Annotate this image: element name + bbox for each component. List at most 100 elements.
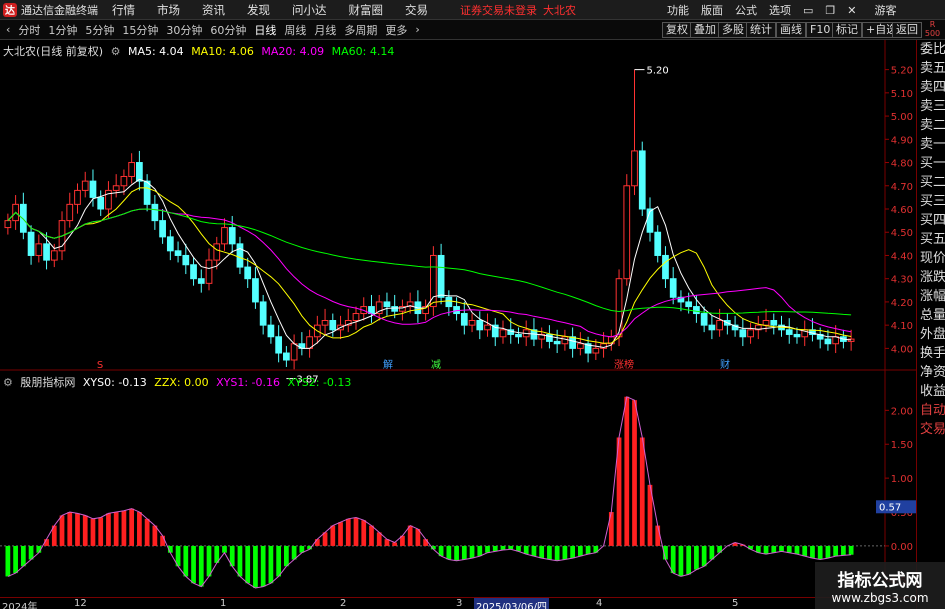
menu-item-discover[interactable]: 发现 [247,2,270,18]
period-multi[interactable]: 多周期 [344,22,377,38]
candle-body [623,185,631,280]
candle-body [654,231,662,256]
quote-field[interactable]: 净资 [917,363,945,382]
quote-field[interactable]: 收益 [917,382,945,401]
menu-layout[interactable]: 版面 [701,2,723,18]
candle-body [197,278,205,284]
menu-formula[interactable]: 公式 [735,2,757,18]
quote-field[interactable]: 换手 [917,344,945,363]
period-intraday[interactable]: 分时 [18,22,40,38]
price-label: 4.50 [891,228,913,239]
sub-label: 2.00 [891,406,913,417]
menu-function[interactable]: 功能 [667,2,689,18]
menu-item-news[interactable]: 资讯 [202,2,225,18]
sub-legend: ⚙ 殷朋指标网 XYS0: -0.13 ZZX: 0.00 XYS1: -0.1… [3,374,355,390]
multi-stock-button[interactable]: 多股 [718,22,748,38]
price-label: 4.00 [891,344,913,355]
quote-field[interactable]: 外盘 [917,325,945,344]
quote-field[interactable]: 买一 [917,154,945,173]
xys-line [7,396,852,589]
minimize-icon[interactable]: ▭ [803,4,813,17]
candle-body [151,203,159,222]
period-5min[interactable]: 5分钟 [85,22,114,38]
zzx-label: ZZX: 0.00 [154,376,209,389]
period-1min[interactable]: 1分钟 [48,22,77,38]
quote-field[interactable]: 委比 [917,40,945,59]
chevron-left-icon[interactable]: ‹ [6,23,10,36]
menu-item-wealth[interactable]: 财富圈 [349,2,384,18]
candle-body [244,266,252,280]
trade-login-warning[interactable]: 证券交易未登录 [460,2,537,18]
kline-chart[interactable]: 5.20 5.10 5.00 4.90 4.80 4.70 4.60 4.50 4.40 4.30… [0,40,916,597]
period-60min[interactable]: 60分钟 [210,22,246,38]
chevron-right-icon[interactable]: › [415,23,419,36]
f10-button[interactable]: F10 [806,22,835,38]
quote-field[interactable]: 买二 [917,173,945,192]
period-monthly[interactable]: 月线 [314,22,336,38]
quote-field[interactable]: 卖一 [917,135,945,154]
candle-body [662,254,669,280]
indicator-name: 殷朋指标网 [20,376,76,389]
menu-bar: 达 通达信金融终端 行情 市场 资讯 发现 问小达 财富圈 交易 证券交易未登录… [0,0,945,20]
back-button[interactable]: 返回 [892,22,922,38]
period-15min[interactable]: 15分钟 [122,22,158,38]
menu-item-trade[interactable]: 交易 [405,2,428,18]
candle-body [81,180,89,191]
candle-body [747,329,754,338]
quote-field[interactable]: 现价 [917,249,945,268]
candle-body [43,243,50,261]
quote-field[interactable]: 总量 [917,306,945,325]
ma10-label: MA10: 4.06 [191,45,254,58]
period-weekly[interactable]: 周线 [284,22,306,38]
menu-item-quotes[interactable]: 行情 [112,2,135,18]
quote-field[interactable]: 卖三 [917,97,945,116]
candle-body [74,189,81,205]
candle-body [283,352,290,361]
quote-field[interactable]: 自动 [917,401,945,420]
period-more[interactable]: 更多 [385,22,407,38]
menu-item-market[interactable]: 市场 [157,2,180,18]
price-label: 4.80 [891,159,913,170]
adjust-button[interactable]: 复权 [662,22,692,38]
quote-field[interactable]: 交易 [917,420,945,439]
quote-field[interactable]: 买四 [917,211,945,230]
candle-body [770,320,778,326]
close-icon[interactable]: ✕ [847,4,856,17]
menu-options[interactable]: 选项 [769,2,791,18]
price-label: 4.20 [891,298,913,309]
draw-line-button[interactable]: 画线 [776,22,806,38]
quote-field[interactable]: 卖四 [917,78,945,97]
quote-field[interactable]: 买三 [917,192,945,211]
xys2-label: XYS2: -0.13 [287,376,352,389]
settings-icon[interactable]: ⚙ [3,376,13,389]
price-axis: 5.20 5.10 5.00 4.90 4.80 4.70 4.60 4.50 4.40 4.30… [885,66,913,355]
period-daily[interactable]: 日线 [254,22,276,38]
quote-field[interactable]: 卖二 [917,116,945,135]
candle-body [329,320,337,331]
event-marker: 解 [383,358,393,371]
candle-body [228,227,236,245]
price-label: 5.00 [891,112,913,123]
candle-body [166,236,174,252]
stats-button[interactable]: 统计 [746,22,776,38]
quote-field[interactable]: 卖五 [917,59,945,78]
candle-body [182,254,190,266]
restore-icon[interactable]: ❐ [825,4,835,17]
xys1-label: XYS1: -0.16 [216,376,280,389]
overlay-button[interactable]: 叠加 [690,22,720,38]
quote-field[interactable]: 涨幅 [917,287,945,306]
guest-label[interactable]: 游客 [875,2,897,18]
candle-body [275,336,283,354]
candle-body [259,301,267,326]
sub-label: 1.00 [891,474,913,485]
settings-icon[interactable]: ⚙ [111,45,121,58]
mark-button[interactable]: 标记 [832,22,862,38]
candle-body [19,203,27,233]
candle-body [476,320,484,331]
candle-body [685,301,693,308]
quote-field[interactable]: 涨跌 [917,268,945,287]
period-30min[interactable]: 30分钟 [166,22,202,38]
quote-field[interactable]: 买五 [917,230,945,249]
candle-body [669,278,677,298]
menu-item-ask[interactable]: 问小达 [292,2,327,18]
